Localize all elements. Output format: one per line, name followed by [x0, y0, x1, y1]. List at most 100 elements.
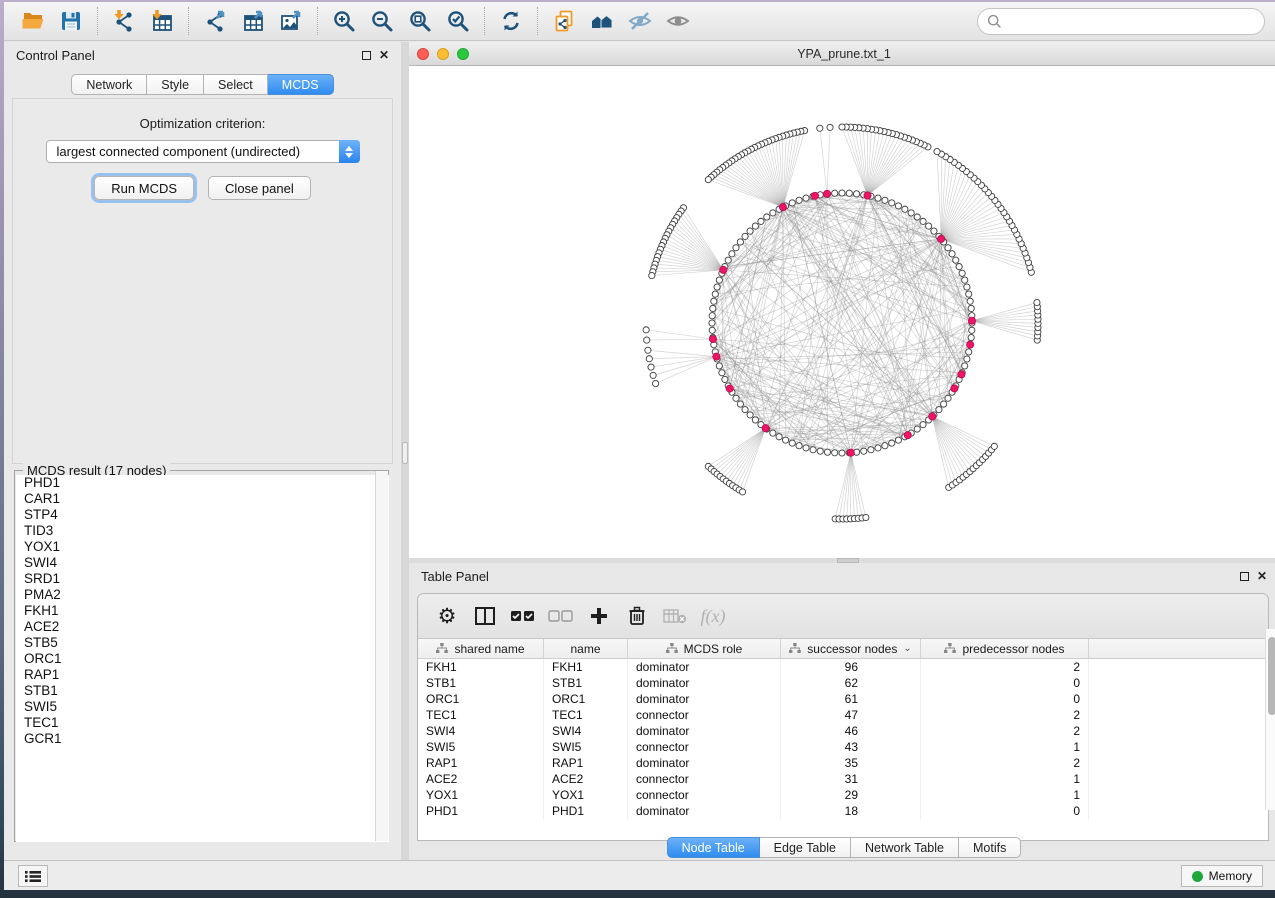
deselect-all-checkboxes-icon[interactable] — [544, 600, 578, 632]
cell-successor-nodes[interactable]: 31 — [781, 771, 921, 787]
export-table-button[interactable] — [234, 5, 272, 37]
panel-menu-button[interactable] — [18, 865, 48, 887]
cell-MCDS-role[interactable]: connector — [628, 787, 781, 803]
mcds-result-item[interactable]: STP4 — [16, 507, 389, 523]
vertical-splitter[interactable] — [401, 42, 409, 860]
zoom-selected-button[interactable] — [439, 5, 477, 37]
cell-MCDS-role[interactable]: dominator — [628, 691, 781, 707]
cell-shared-name[interactable]: TEC1 — [418, 707, 544, 723]
tab-motifs[interactable]: Motifs — [959, 837, 1021, 858]
mcds-result-item[interactable]: CAR1 — [16, 491, 389, 507]
mcds-result-item[interactable]: RAP1 — [16, 667, 389, 683]
column-header-shared-name[interactable]: shared name — [418, 639, 544, 658]
cell-successor-nodes[interactable]: 43 — [781, 739, 921, 755]
float-panel-icon[interactable] — [362, 51, 371, 60]
table-row[interactable]: FKH1FKH1dominator962 — [418, 659, 1268, 675]
column-header-name[interactable]: name — [544, 639, 628, 658]
table-row[interactable]: PHD1PHD1dominator180 — [418, 803, 1268, 819]
cell-shared-name[interactable]: YOX1 — [418, 787, 544, 803]
mcds-result-list[interactable]: PHD1CAR1STP4TID3YOX1SWI4SRD1PMA2FKH1ACE2… — [16, 475, 389, 842]
mcds-result-item[interactable]: TID3 — [16, 523, 389, 539]
cell-successor-nodes[interactable]: 47 — [781, 707, 921, 723]
table-row[interactable]: ORC1ORC1dominator610 — [418, 691, 1268, 707]
tab-select[interactable]: Select — [204, 74, 268, 95]
cell-MCDS-role[interactable]: dominator — [628, 723, 781, 739]
cell-shared-name[interactable]: SWI4 — [418, 723, 544, 739]
cell-name[interactable]: FKH1 — [544, 659, 628, 675]
cell-shared-name[interactable]: SWI5 — [418, 739, 544, 755]
table-row[interactable]: TEC1TEC1connector472 — [418, 707, 1268, 723]
table-row[interactable]: ACE2ACE2connector311 — [418, 771, 1268, 787]
import-network-button[interactable] — [105, 5, 143, 37]
export-network-button[interactable] — [196, 5, 234, 37]
tab-node-table[interactable]: Node Table — [667, 837, 760, 858]
table-row[interactable]: RAP1RAP1dominator352 — [418, 755, 1268, 771]
cell-name[interactable]: ORC1 — [544, 691, 628, 707]
cell-predecessor-nodes[interactable]: 1 — [921, 787, 1089, 803]
cell-MCDS-role[interactable]: dominator — [628, 755, 781, 771]
cell-name[interactable]: PHD1 — [544, 803, 628, 819]
cell-predecessor-nodes[interactable]: 0 — [921, 803, 1089, 819]
mcds-result-item[interactable]: PMA2 — [16, 587, 389, 603]
optimization-criterion-select[interactable]: largest connected component (undirected) — [46, 140, 360, 163]
tab-style[interactable]: Style — [147, 74, 204, 95]
import-table-button[interactable] — [143, 5, 181, 37]
mcds-result-item[interactable]: STB5 — [16, 635, 389, 651]
cell-name[interactable]: YOX1 — [544, 787, 628, 803]
cell-MCDS-role[interactable]: connector — [628, 707, 781, 723]
cell-name[interactable]: SWI4 — [544, 723, 628, 739]
network-graph[interactable] — [409, 66, 1275, 558]
mcds-result-item[interactable]: SWI5 — [16, 699, 389, 715]
add-column-plus-icon[interactable] — [582, 600, 616, 632]
zoom-out-button[interactable] — [363, 5, 401, 37]
tab-network-table[interactable]: Network Table — [851, 837, 959, 858]
cell-predecessor-nodes[interactable]: 1 — [921, 739, 1089, 755]
cell-shared-name[interactable]: FKH1 — [418, 659, 544, 675]
cell-name[interactable]: ACE2 — [544, 771, 628, 787]
duplicate-network-button[interactable] — [545, 5, 583, 37]
column-layout-icon[interactable] — [468, 600, 502, 632]
cell-MCDS-role[interactable]: connector — [628, 739, 781, 755]
mcds-result-item[interactable]: STB1 — [16, 683, 389, 699]
mcds-result-item[interactable]: SWI4 — [16, 555, 389, 571]
close-panel-button[interactable]: Close panel — [208, 176, 311, 200]
cell-successor-nodes[interactable]: 46 — [781, 723, 921, 739]
cell-successor-nodes[interactable]: 61 — [781, 691, 921, 707]
cell-successor-nodes[interactable]: 62 — [781, 675, 921, 691]
table-row[interactable]: SWI5SWI5connector431 — [418, 739, 1268, 755]
cell-shared-name[interactable]: STB1 — [418, 675, 544, 691]
column-header-MCDS-role[interactable]: MCDS role — [628, 639, 781, 658]
mcds-result-item[interactable]: ORC1 — [16, 651, 389, 667]
cell-predecessor-nodes[interactable]: 2 — [921, 723, 1089, 739]
mcds-result-scrollbar[interactable] — [375, 471, 388, 841]
zoom-fit-button[interactable] — [401, 5, 439, 37]
table-scrollbar[interactable] — [1265, 629, 1275, 810]
cell-MCDS-role[interactable]: dominator — [628, 659, 781, 675]
save-session-button[interactable] — [52, 5, 90, 37]
cell-shared-name[interactable]: ORC1 — [418, 691, 544, 707]
column-menu-icon[interactable]: ⌄ — [903, 643, 911, 654]
cell-MCDS-role[interactable]: dominator — [628, 675, 781, 691]
search-box[interactable] — [977, 8, 1265, 35]
cell-predecessor-nodes[interactable]: 0 — [921, 691, 1089, 707]
memory-button[interactable]: Memory — [1181, 865, 1263, 887]
mcds-result-item[interactable]: ACE2 — [16, 619, 389, 635]
open-session-button[interactable] — [14, 5, 52, 37]
network-canvas[interactable] — [409, 66, 1275, 558]
mcds-result-item[interactable]: YOX1 — [16, 539, 389, 555]
mcds-result-item[interactable]: PHD1 — [16, 475, 389, 491]
cell-name[interactable]: SWI5 — [544, 739, 628, 755]
column-header-predecessor-nodes[interactable]: predecessor nodes — [921, 639, 1089, 658]
close-table-panel-icon[interactable]: ✕ — [1257, 570, 1267, 582]
cell-predecessor-nodes[interactable]: 2 — [921, 659, 1089, 675]
cell-shared-name[interactable]: ACE2 — [418, 771, 544, 787]
float-table-panel-icon[interactable] — [1240, 572, 1249, 581]
column-header-successor-nodes[interactable]: successor nodes⌄ — [781, 639, 921, 658]
cell-predecessor-nodes[interactable]: 2 — [921, 755, 1089, 771]
table-scrollbar-thumb[interactable] — [1268, 637, 1275, 715]
table-row[interactable]: STB1STB1dominator620 — [418, 675, 1268, 691]
cell-shared-name[interactable]: RAP1 — [418, 755, 544, 771]
cell-successor-nodes[interactable]: 96 — [781, 659, 921, 675]
cell-predecessor-nodes[interactable]: 2 — [921, 707, 1089, 723]
cell-shared-name[interactable]: PHD1 — [418, 803, 544, 819]
